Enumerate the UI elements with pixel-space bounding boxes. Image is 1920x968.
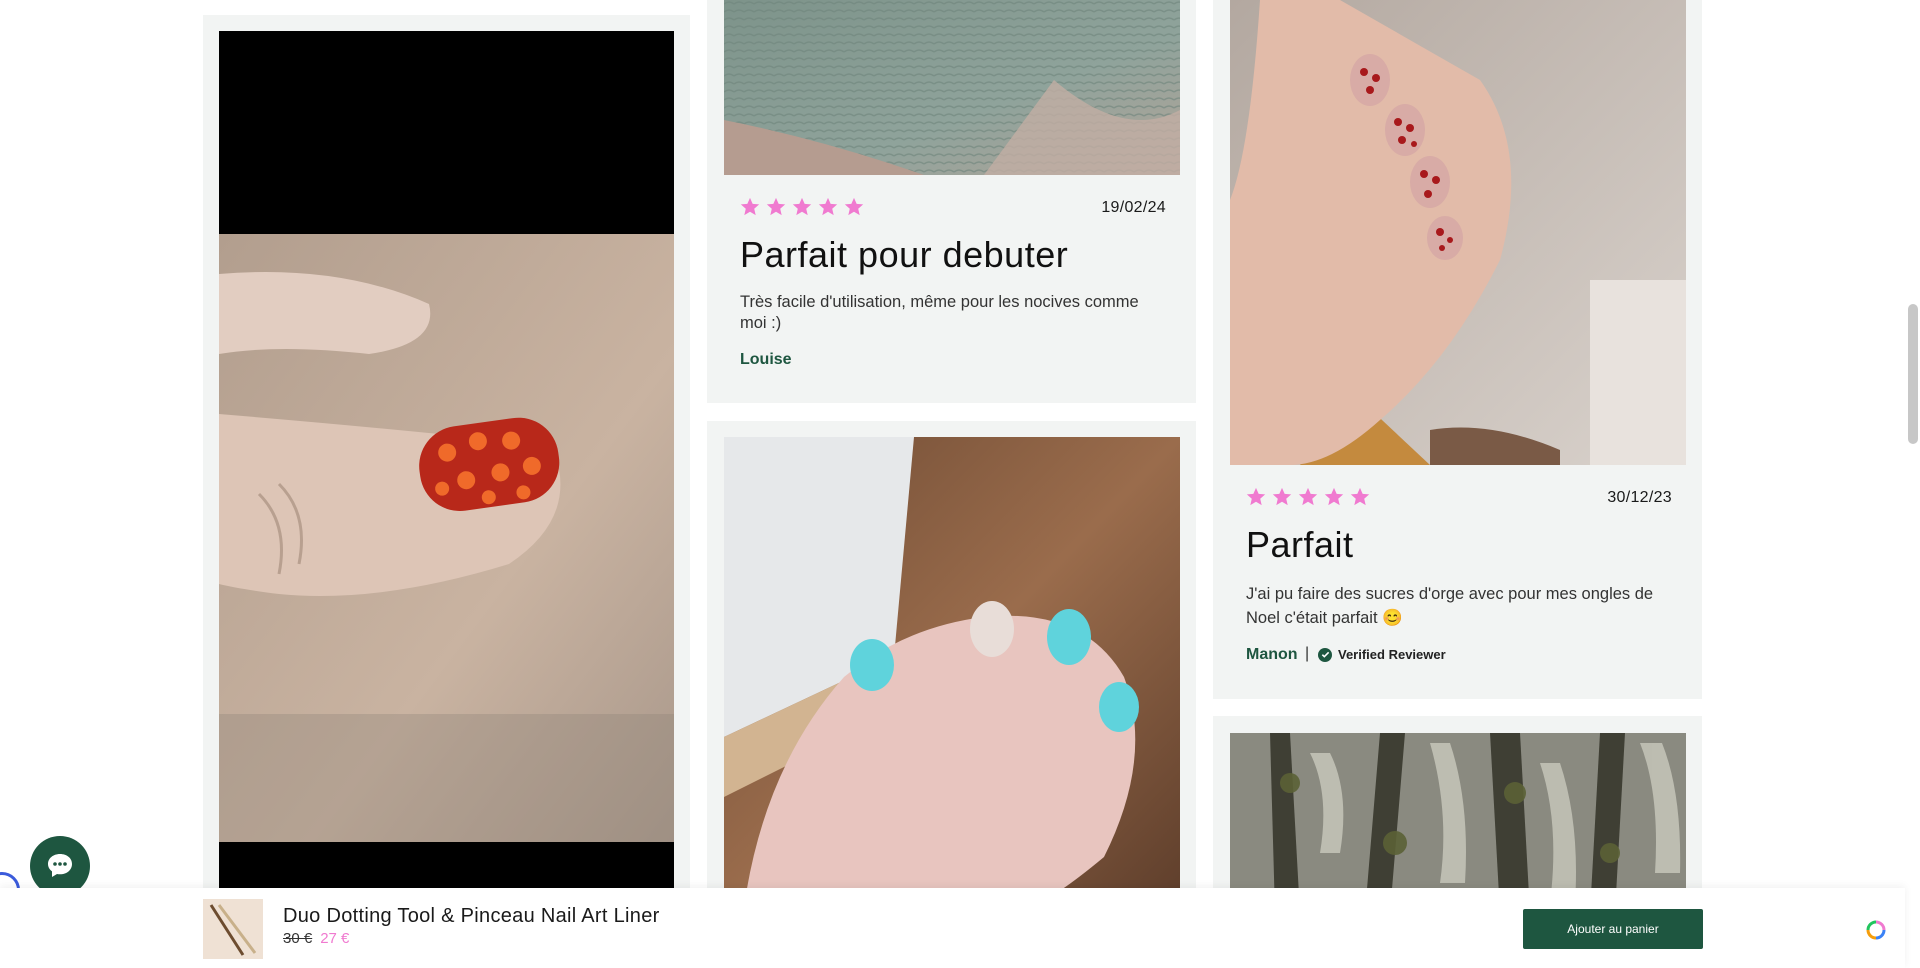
- review-body: J'ai pu faire des sucres d'orge avec pou…: [1246, 585, 1654, 627]
- star-icon: [1272, 487, 1292, 506]
- video-frame-hand-image: [219, 234, 674, 842]
- sticky-add-to-cart-bar: Duo Dotting Tool & Pinceau Nail Art Line…: [0, 888, 1905, 968]
- review-card: [1213, 716, 1702, 913]
- review-photo-dot-nails[interactable]: [1230, 0, 1686, 465]
- review-author[interactable]: Louise: [740, 351, 792, 369]
- review-card-video: [203, 15, 690, 911]
- star-icon: [844, 197, 864, 216]
- verified-reviewer-badge: Verified Reviewer: [1318, 647, 1446, 662]
- review-photo-bark[interactable]: [1230, 733, 1686, 913]
- review-card: 19/02/24 Parfait pour debuter Très facil…: [707, 0, 1196, 403]
- review-card: 30/12/23 Parfait J'ai pu faire des sucre…: [1213, 0, 1702, 699]
- product-name: Duo Dotting Tool & Pinceau Nail Art Line…: [283, 905, 660, 927]
- star-icon: [766, 197, 786, 216]
- product-thumbnail[interactable]: [203, 899, 263, 959]
- author-separator: |: [1305, 645, 1310, 662]
- sale-price: 27 €: [320, 930, 350, 947]
- star-icon: [1298, 487, 1318, 506]
- star-icon: [740, 197, 760, 216]
- rating-stars: [739, 196, 865, 218]
- scrollbar-thumb[interactable]: [1908, 304, 1918, 444]
- review-author[interactable]: Manon: [1246, 646, 1298, 664]
- verified-label: Verified Reviewer: [1338, 647, 1446, 662]
- star-icon: [1324, 487, 1344, 506]
- chat-bubble-icon: [48, 854, 72, 877]
- review-date: 30/12/23: [1607, 489, 1672, 506]
- old-price: 30 €: [283, 930, 313, 947]
- review-photo-blue-nails[interactable]: [724, 437, 1180, 907]
- star-icon: [818, 197, 838, 216]
- rating-stars: [1245, 486, 1371, 508]
- review-title: Parfait pour debuter: [740, 234, 1069, 275]
- review-card: [707, 421, 1196, 907]
- star-icon: [792, 197, 812, 216]
- review-date: 19/02/24: [1101, 199, 1166, 216]
- check-circle-icon: [1318, 647, 1332, 662]
- review-video[interactable]: [219, 31, 674, 911]
- chat-button[interactable]: [30, 836, 90, 896]
- review-title: Parfait: [1246, 524, 1354, 565]
- product-price: 30 € 27 €: [283, 930, 349, 947]
- star-icon: [1350, 487, 1370, 506]
- review-body: Très facile d'utilisation, même pour les…: [740, 293, 1139, 332]
- add-to-cart-button[interactable]: Ajouter au panier: [1523, 909, 1703, 949]
- star-icon: [1246, 487, 1266, 506]
- page-scrollbar[interactable]: [1906, 0, 1920, 968]
- review-photo-knit[interactable]: [724, 0, 1180, 175]
- loop-widget-icon[interactable]: [1865, 919, 1887, 941]
